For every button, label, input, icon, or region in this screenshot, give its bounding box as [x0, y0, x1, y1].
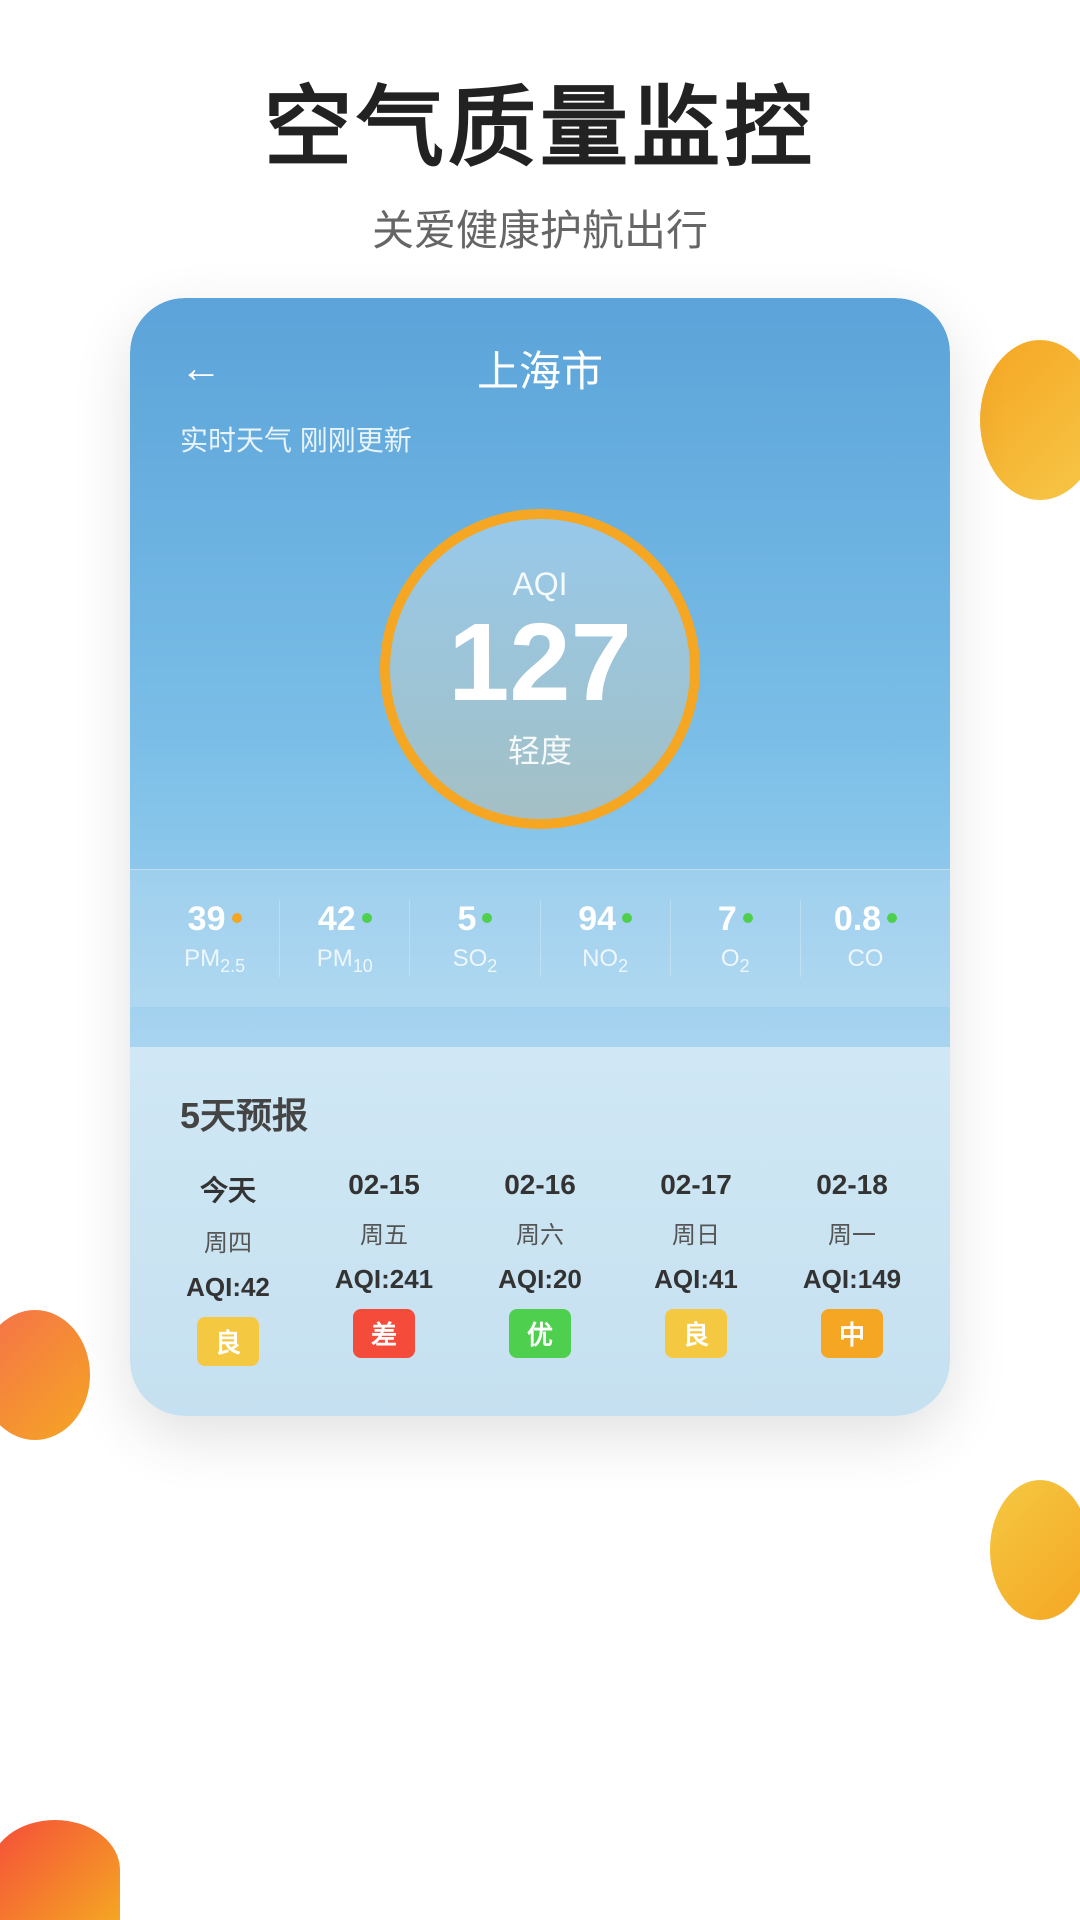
- pollutant-name: PM10: [317, 945, 373, 977]
- pollutant-value-row: 94: [578, 900, 632, 939]
- day-name: 02-18: [816, 1169, 888, 1201]
- quality-badge: 良: [665, 1309, 727, 1358]
- day-aqi: AQI:20: [498, 1264, 582, 1295]
- day-name: 今天: [200, 1169, 256, 1209]
- hero-section: 空气质量监控 关爱健康护航出行: [0, 0, 1080, 298]
- pollutant-value: 42: [318, 900, 356, 939]
- pollutant-name: CO: [847, 945, 883, 973]
- pollutant-dot: [743, 913, 753, 923]
- quality-badge: 良: [197, 1317, 259, 1366]
- decoration-blob-bottom-right: [990, 1480, 1080, 1620]
- forecast-day: 今天 周四 AQI:42 良: [150, 1169, 306, 1366]
- quality-badge: 中: [821, 1309, 883, 1358]
- day-weekday: 周一: [828, 1215, 876, 1250]
- pollutant-dot: [362, 913, 372, 923]
- pollutant-name: O2: [721, 945, 750, 977]
- realtime-label: 实时天气: [180, 425, 292, 456]
- card-top: ← 上海市 实时天气 刚刚更新 AQI 127 轻度 39 PM2.5: [130, 298, 950, 1047]
- hero-title: 空气质量监控: [0, 80, 1080, 177]
- pollutant-item: 0.8 CO: [801, 900, 930, 977]
- pollutant-value-row: 0.8: [834, 900, 897, 939]
- pollutant-dot: [622, 913, 632, 923]
- aqi-desc: 轻度: [508, 726, 572, 772]
- day-weekday: 周日: [672, 1215, 720, 1250]
- quality-badge: 差: [353, 1309, 415, 1358]
- day-name: 02-17: [660, 1169, 732, 1201]
- forecast-day: 02-18 周一 AQI:149 中: [774, 1169, 930, 1366]
- pollutant-item: 94 NO2: [541, 900, 671, 977]
- updated-label: 刚刚更新: [300, 425, 412, 456]
- forecast-day: 02-15 周五 AQI:241 差: [306, 1169, 462, 1366]
- pollutant-value-row: 42: [318, 900, 372, 939]
- day-name: 02-16: [504, 1169, 576, 1201]
- decoration-blob-top-right: [980, 340, 1080, 500]
- pollutant-value-row: 39: [188, 900, 242, 939]
- day-aqi: AQI:41: [654, 1264, 738, 1295]
- day-aqi: AQI:149: [803, 1264, 901, 1295]
- pollutant-item: 5 SO2: [410, 900, 540, 977]
- pollutant-name: SO2: [453, 945, 498, 977]
- day-weekday: 周四: [204, 1223, 252, 1258]
- day-name: 02-15: [348, 1169, 420, 1201]
- city-title: 上海市: [477, 338, 603, 399]
- day-aqi: AQI:241: [335, 1264, 433, 1295]
- day-weekday: 周五: [360, 1215, 408, 1250]
- pollutant-value: 5: [457, 900, 476, 939]
- pollutants-row: 39 PM2.5 42 PM10 5 SO2 94 NO2 7: [130, 869, 950, 1007]
- status-bar: 实时天气 刚刚更新: [130, 419, 950, 489]
- forecast-title: 5天预报: [130, 1077, 950, 1159]
- pollutant-name: NO2: [582, 945, 628, 977]
- hero-subtitle: 关爱健康护航出行: [0, 197, 1080, 258]
- pollutant-dot: [482, 913, 492, 923]
- forecast-day: 02-16 周六 AQI:20 优: [462, 1169, 618, 1366]
- pollutant-name: PM2.5: [184, 945, 245, 977]
- day-aqi: AQI:42: [186, 1272, 270, 1303]
- forecast-section: 5天预报 今天 周四 AQI:42 良 02-15 周五 AQI:241 差 0…: [130, 1047, 950, 1416]
- pollutant-dot: [232, 913, 242, 923]
- forecast-days: 今天 周四 AQI:42 良 02-15 周五 AQI:241 差 02-16 …: [130, 1159, 950, 1416]
- pollutant-value: 7: [718, 900, 737, 939]
- decoration-blob-bottom-left: [0, 1310, 90, 1440]
- aqi-circle-container: AQI 127 轻度: [130, 489, 950, 869]
- aqi-value: 127: [448, 608, 632, 718]
- pollutant-item: 39 PM2.5: [150, 900, 280, 977]
- aqi-label: AQI: [512, 566, 567, 603]
- back-button[interactable]: ←: [180, 344, 222, 392]
- pollutant-dot: [887, 913, 897, 923]
- quality-badge: 优: [509, 1309, 571, 1358]
- pollutant-value: 0.8: [834, 900, 881, 939]
- pollutant-item: 7 O2: [671, 900, 801, 977]
- pollutant-value: 39: [188, 900, 226, 939]
- forecast-day: 02-17 周日 AQI:41 良: [618, 1169, 774, 1366]
- day-weekday: 周六: [516, 1215, 564, 1250]
- pollutant-item: 42 PM10: [280, 900, 410, 977]
- pollutant-value-row: 7: [718, 900, 753, 939]
- pollutant-value-row: 5: [457, 900, 492, 939]
- aqi-circle: AQI 127 轻度: [380, 509, 700, 829]
- phone-card: ← 上海市 实时天气 刚刚更新 AQI 127 轻度 39 PM2.5: [130, 298, 950, 1416]
- decoration-blob-bottom-red: [0, 1820, 120, 1920]
- nav-bar: ← 上海市: [130, 298, 950, 419]
- pollutant-value: 94: [578, 900, 616, 939]
